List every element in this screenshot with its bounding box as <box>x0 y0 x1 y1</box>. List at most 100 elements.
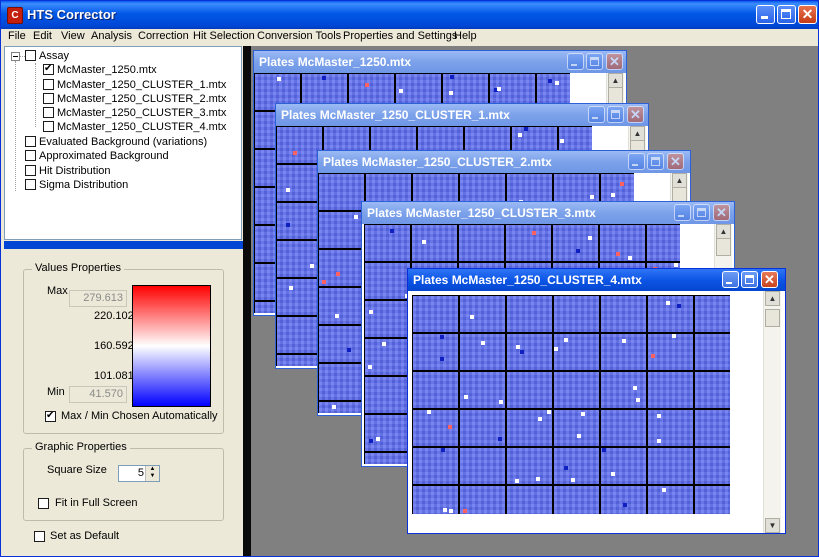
well-highlight <box>611 472 615 476</box>
plate-cell <box>277 127 322 163</box>
maximize-icon <box>745 275 754 284</box>
menu-analysis[interactable]: Analysis <box>91 30 132 42</box>
minimize-icon <box>726 282 732 284</box>
plate-cell <box>554 296 599 332</box>
scroll-down-icon[interactable]: ▼ <box>765 518 780 533</box>
menu-file[interactable]: File <box>8 30 26 42</box>
well-highlight <box>322 76 326 80</box>
child-window-title: Plates McMaster_1250_CLUSTER_3.mtx <box>367 206 596 220</box>
child-title-bar[interactable]: Plates McMaster_1250_CLUSTER_2.mtx ✕ <box>318 151 690 173</box>
well-highlight <box>335 314 339 318</box>
close-button[interactable]: ✕ <box>798 5 817 24</box>
well-highlight <box>622 339 626 343</box>
plate-cell <box>695 448 730 484</box>
well-highlight <box>611 193 615 197</box>
child-close-button[interactable]: ✕ <box>627 106 644 123</box>
menu-help[interactable]: Help <box>454 30 477 42</box>
scroll-up-icon[interactable]: ▲ <box>672 173 687 188</box>
child-minimize-button[interactable] <box>588 106 605 123</box>
well-highlight <box>657 439 661 443</box>
scroll-thumb[interactable] <box>765 309 780 327</box>
menu-correction[interactable]: Correction <box>138 30 189 42</box>
menu-view[interactable]: View <box>61 30 85 42</box>
minimize-icon <box>761 16 768 19</box>
cluster-4-checkbox[interactable] <box>43 121 54 132</box>
title-bar[interactable]: C HTS Corrector ✕ <box>1 1 818 29</box>
plate-cell <box>554 334 599 370</box>
child-maximize-button[interactable] <box>586 53 603 70</box>
vertical-scrollbar[interactable]: ▲ ▼ <box>763 291 781 533</box>
well-highlight <box>524 127 528 131</box>
set-default-label[interactable]: Set as Default <box>50 530 119 542</box>
child-maximize-button[interactable] <box>741 271 758 288</box>
max-value-field[interactable]: 279.613 <box>69 290 127 307</box>
app-window: C HTS Corrector ✕ File Edit View Analysi… <box>0 0 819 557</box>
sigma-distribution-checkbox[interactable] <box>25 179 36 190</box>
min-label: Min <box>47 386 65 398</box>
plate-cell <box>507 372 552 408</box>
maximize-button[interactable] <box>777 5 796 24</box>
child-minimize-button[interactable] <box>628 153 645 170</box>
child-title-bar[interactable]: Plates McMaster_1250_CLUSTER_4.mtx ✕ <box>408 269 785 291</box>
auto-minmax-label[interactable]: Max / Min Chosen Automatically <box>61 410 218 422</box>
assay-checkbox[interactable] <box>25 50 36 61</box>
child-minimize-button[interactable] <box>567 53 584 70</box>
cluster-2-checkbox[interactable] <box>43 93 54 104</box>
minimize-button[interactable] <box>756 5 775 24</box>
child-close-button[interactable]: ✕ <box>713 204 730 221</box>
scroll-up-icon[interactable]: ▲ <box>630 126 645 141</box>
horizontal-splitter[interactable] <box>4 241 243 249</box>
child-maximize-button[interactable] <box>647 153 664 170</box>
fit-full-screen-checkbox[interactable] <box>38 498 49 509</box>
well-highlight <box>657 414 661 418</box>
menu-hit-selection[interactable]: Hit Selection <box>193 30 255 42</box>
plate-cell <box>695 296 730 332</box>
scroll-up-icon[interactable]: ▲ <box>608 73 623 88</box>
well-highlight <box>518 133 522 137</box>
square-size-spinner[interactable]: 5 ▲ ▼ <box>118 465 160 482</box>
child-close-button[interactable]: ✕ <box>667 153 684 170</box>
collapse-icon[interactable] <box>11 52 20 61</box>
menu-properties-settings[interactable]: Properties and Settings <box>343 30 457 42</box>
child-close-button[interactable]: ✕ <box>606 53 623 70</box>
child-title-bar[interactable]: Plates McMaster_1250_CLUSTER_1.mtx ✕ <box>276 104 648 126</box>
plates-window-cluster-4[interactable]: Plates McMaster_1250_CLUSTER_4.mtx ✕ ▲ ▼ <box>407 268 786 534</box>
plate-cell <box>413 372 458 408</box>
assay-tree[interactable]: Assay McMaster_1250.mtx McMaster_1250_CL… <box>4 46 242 240</box>
fit-full-screen-label[interactable]: Fit in Full Screen <box>55 497 138 509</box>
well-highlight <box>571 478 575 482</box>
approximated-background-checkbox[interactable] <box>25 150 36 161</box>
min-value-field[interactable]: 41.570 <box>69 386 127 403</box>
auto-minmax-checkbox[interactable] <box>45 409 56 423</box>
scroll-thumb[interactable] <box>716 238 731 256</box>
well-highlight <box>620 182 624 186</box>
child-title-bar[interactable]: Plates McMaster_1250.mtx ✕ <box>254 51 626 73</box>
plate-cell <box>460 296 505 332</box>
spin-arrows-icon[interactable]: ▲ ▼ <box>145 466 159 481</box>
vertical-splitter[interactable] <box>243 46 251 556</box>
child-maximize-button[interactable] <box>693 204 710 221</box>
evaluated-background-checkbox[interactable] <box>25 136 36 147</box>
cluster-1-checkbox[interactable] <box>43 79 54 90</box>
maximize-icon <box>651 157 660 166</box>
child-window-title: Plates McMaster_1250_CLUSTER_1.mtx <box>281 108 510 122</box>
menu-conversion-tools[interactable]: Conversion Tools <box>257 30 341 42</box>
well-highlight <box>602 448 606 452</box>
mcmaster-1250-checkbox[interactable] <box>43 62 54 76</box>
child-close-button[interactable]: ✕ <box>761 271 778 288</box>
child-maximize-button[interactable] <box>607 106 624 123</box>
menu-edit[interactable]: Edit <box>33 30 52 42</box>
plate-cell <box>413 334 458 370</box>
scroll-up-icon[interactable]: ▲ <box>765 291 780 306</box>
child-title-bar[interactable]: Plates McMaster_1250_CLUSTER_3.mtx ✕ <box>362 202 734 224</box>
well-highlight <box>376 437 380 441</box>
cluster-3-checkbox[interactable] <box>43 107 54 118</box>
plate-cell <box>365 377 410 413</box>
hit-distribution-checkbox[interactable] <box>25 165 36 176</box>
set-default-checkbox[interactable] <box>34 531 45 542</box>
plate-cell <box>413 486 458 514</box>
child-minimize-button[interactable] <box>674 204 691 221</box>
scroll-up-icon[interactable]: ▲ <box>716 224 731 239</box>
child-minimize-button[interactable] <box>722 271 739 288</box>
plate-cell <box>507 334 552 370</box>
